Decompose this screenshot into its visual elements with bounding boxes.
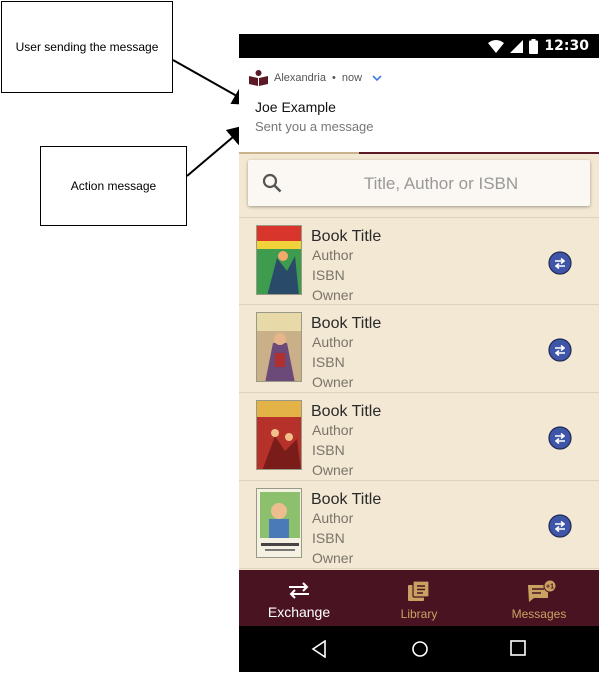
search-input[interactable]	[304, 168, 578, 200]
book-isbn: ISBN	[312, 530, 345, 546]
book-logo-icon	[249, 70, 268, 86]
book-list-item[interactable]: Book Title Author ISBN Owner	[239, 217, 599, 305]
action-arrow	[186, 124, 248, 177]
battery-icon	[529, 38, 539, 54]
book-isbn: ISBN	[312, 267, 345, 283]
exchange-request-icon[interactable]	[548, 338, 572, 362]
recents-icon[interactable]	[510, 640, 526, 656]
book-isbn: ISBN	[312, 442, 345, 458]
nav-exchange-label: Exchange	[267, 604, 331, 620]
phone-screen: 12:30 Alexandria • now Joe Example Sent …	[239, 34, 599, 672]
book-title: Book Title	[311, 403, 382, 420]
nav-messages-label: Messages	[511, 607, 567, 621]
nav-library-label: Library	[400, 607, 438, 621]
exchange-request-icon[interactable]	[548, 426, 572, 450]
book-owner: Owner	[312, 287, 354, 303]
book-title: Book Title	[311, 315, 382, 332]
book-author: Author	[312, 247, 354, 263]
nav-messages[interactable]: +1 Messages	[479, 570, 599, 626]
book-author: Author	[312, 510, 354, 526]
message-notification[interactable]: Alexandria • now Joe Example Sent you a …	[239, 58, 599, 154]
book-list-item[interactable]: Book Title Author ISBN Owner	[239, 481, 599, 569]
library-icon	[408, 580, 430, 601]
book-cover	[256, 312, 302, 382]
book-owner: Owner	[312, 374, 354, 390]
action-callout: Action message	[40, 146, 187, 226]
home-icon[interactable]	[411, 640, 429, 658]
book-cover	[256, 488, 302, 558]
book-isbn: ISBN	[312, 354, 345, 370]
messages-icon: +1	[528, 580, 557, 602]
exchange-request-icon[interactable]	[548, 251, 572, 275]
chevron-down-icon[interactable]	[372, 74, 382, 82]
exchange-request-icon[interactable]	[548, 514, 572, 538]
notification-message: Sent you a message	[255, 119, 374, 134]
book-list: Book Title Author ISBN Owner Book Title …	[239, 217, 599, 569]
book-author: Author	[312, 422, 354, 438]
messages-badge: +1	[546, 584, 554, 591]
notification-app-name: Alexandria	[274, 72, 326, 84]
book-list-item[interactable]: Book Title Author ISBN Owner	[239, 305, 599, 393]
nav-library[interactable]: Library	[359, 570, 479, 626]
tab-indicator	[239, 152, 359, 154]
notification-dot: •	[331, 72, 336, 84]
book-author: Author	[312, 334, 354, 350]
notification-sender: Joe Example	[255, 99, 336, 115]
sender-callout-text: User sending the message	[15, 40, 159, 54]
book-list-item[interactable]: Book Title Author ISBN Owner	[239, 393, 599, 481]
back-icon[interactable]	[311, 640, 327, 658]
status-bar: 12:30	[239, 34, 599, 58]
book-owner: Owner	[312, 550, 354, 566]
book-owner: Owner	[312, 462, 354, 478]
notification-header: Alexandria • now	[249, 70, 382, 86]
book-title: Book Title	[311, 228, 382, 245]
wifi-icon	[488, 39, 505, 53]
bottom-navigation: Exchange Library +1 Messages	[239, 570, 599, 626]
action-callout-text: Action message	[70, 179, 157, 193]
system-navigation-bar	[239, 626, 599, 672]
notification-time: now	[341, 72, 363, 84]
book-title: Book Title	[311, 491, 382, 508]
status-time: 12:30	[544, 38, 589, 54]
nav-exchange[interactable]: Exchange	[239, 570, 359, 626]
book-cover	[256, 400, 302, 470]
book-cover	[256, 225, 302, 295]
sender-callout: User sending the message	[1, 1, 173, 93]
exchange-icon	[289, 582, 309, 599]
search-icon[interactable]	[262, 173, 282, 193]
search-bar[interactable]	[248, 160, 590, 206]
signal-icon	[510, 39, 524, 53]
